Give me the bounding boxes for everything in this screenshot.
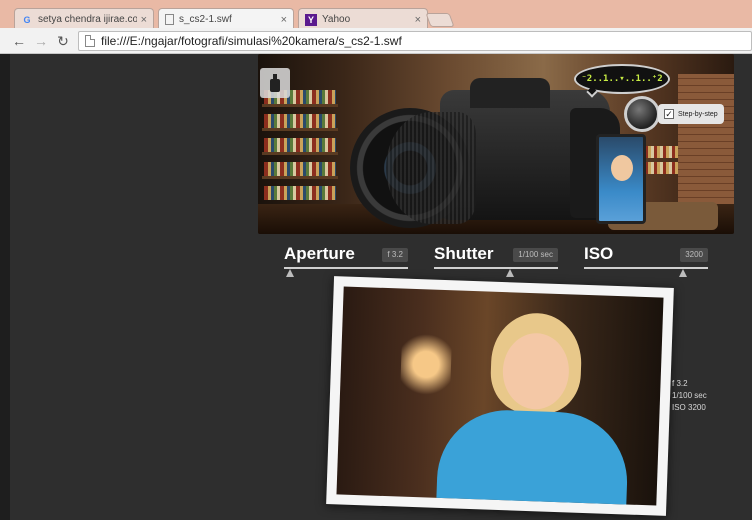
- lens-ring: [386, 112, 476, 224]
- shutter-slider-handle[interactable]: [505, 269, 514, 277]
- aperture-control: Aperture f 3.2: [284, 244, 410, 278]
- close-icon[interactable]: ×: [281, 14, 287, 26]
- bookshelf-row: [264, 162, 336, 176]
- lcd-subject: [611, 155, 633, 181]
- bookshelf-row: [264, 114, 336, 128]
- camera-toggle-icon[interactable]: [260, 68, 290, 98]
- url-text: file:///E:/ngajar/fotografi/simulasi%20k…: [101, 34, 402, 48]
- document-icon: [85, 35, 95, 47]
- aperture-value: f 3.2: [382, 248, 408, 262]
- readout-iso: ISO 3200: [672, 403, 706, 412]
- background-lamp: [399, 328, 453, 401]
- shelf: [262, 104, 338, 107]
- photo-settings-readout: f 3.2 1/100 sec ISO 3200: [672, 378, 707, 414]
- checkbox-icon[interactable]: ✓: [664, 109, 674, 119]
- camera-top: [470, 78, 550, 108]
- back-icon[interactable]: ←: [10, 32, 28, 50]
- result-photo-frame: [326, 276, 674, 516]
- subject-shirt: [436, 407, 630, 506]
- page-left-edge: [0, 54, 10, 520]
- tab-swf[interactable]: s_cs2-1.swf ×: [158, 8, 294, 30]
- google-icon: G: [23, 14, 31, 25]
- document-icon: [165, 14, 174, 25]
- tab-yahoo[interactable]: Y Yahoo ×: [298, 8, 428, 30]
- bookshelf-row: [264, 186, 336, 200]
- shutter-label: Shutter: [434, 244, 494, 263]
- iso-value: 3200: [680, 248, 708, 262]
- shutter-value: 1/100 sec: [513, 248, 558, 262]
- readout-aperture: f 3.2: [672, 379, 688, 388]
- camera-lcd-screen: [596, 134, 646, 224]
- forward-icon[interactable]: →: [32, 32, 50, 50]
- address-bar[interactable]: file:///E:/ngajar/fotografi/simulasi%20k…: [78, 31, 752, 51]
- iso-control: ISO 3200: [584, 244, 710, 278]
- aperture-label: Aperture: [284, 244, 355, 263]
- tab-strip: G setya chendra ijirae.com - × s_cs2-1.s…: [0, 0, 752, 30]
- tab-ijirae[interactable]: G setya chendra ijirae.com - ×: [14, 8, 154, 30]
- step-label: Step-by-step: [678, 110, 718, 118]
- shutter-button[interactable]: [624, 96, 660, 132]
- aperture-slider-handle[interactable]: [286, 269, 295, 277]
- close-icon[interactable]: ×: [141, 14, 147, 26]
- new-tab-button[interactable]: [425, 13, 455, 27]
- tab-title: setya chendra ijirae.com -: [38, 14, 137, 25]
- shelf: [262, 176, 338, 179]
- step-by-step-toggle[interactable]: ✓ Step-by-step: [658, 104, 724, 124]
- shutter-control: Shutter 1/100 sec: [434, 244, 560, 278]
- dslr-camera: [350, 78, 650, 228]
- reload-icon[interactable]: ↻: [54, 32, 72, 50]
- tab-title: Yahoo: [322, 14, 351, 25]
- iso-label: ISO: [584, 244, 614, 263]
- shelf: [262, 152, 338, 155]
- browser-toolbar: ← → ↻ file:///E:/ngajar/fotografi/simula…: [0, 28, 752, 54]
- readout-shutter: 1/100 sec: [672, 391, 707, 400]
- result-photo: [336, 286, 664, 506]
- brick-wall: [678, 74, 734, 204]
- close-icon[interactable]: ×: [415, 14, 421, 26]
- page-content: ⁻2..1..▾..1..⁺2 ✓ Step-by-step Aperture …: [0, 54, 752, 520]
- yahoo-icon: Y: [305, 13, 317, 26]
- iso-slider[interactable]: [584, 267, 708, 269]
- iso-slider-handle[interactable]: [679, 269, 688, 277]
- aperture-slider[interactable]: [284, 267, 408, 269]
- shelf: [262, 128, 338, 131]
- tab-title: s_cs2-1.swf: [179, 14, 232, 25]
- bookshelf-row: [264, 138, 336, 152]
- shutter-slider[interactable]: [434, 267, 558, 269]
